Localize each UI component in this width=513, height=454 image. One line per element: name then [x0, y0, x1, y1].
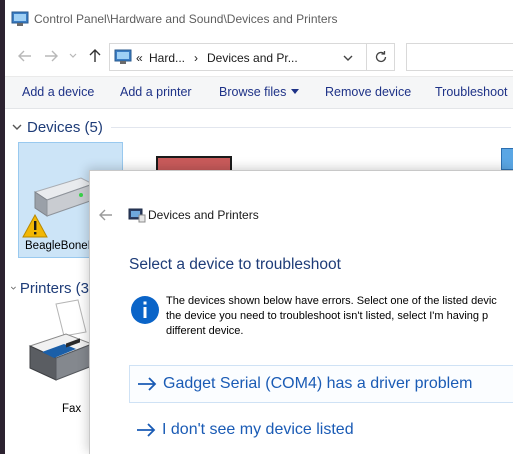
dropdown-caret-icon [291, 89, 300, 94]
title-bar: Control Panel\Hardware and Sound\Devices… [5, 0, 513, 38]
info-message: The devices shown below have errors. Sel… [166, 294, 513, 339]
back-button[interactable] [15, 46, 35, 66]
info-line: different device. [166, 325, 244, 337]
printers-group-title: Printers (3 [19, 279, 89, 297]
info-line: the device you need to troubleshoot isn'… [166, 310, 489, 322]
add-printer-button[interactable]: Add a printer [120, 85, 192, 99]
dialog-heading: Select a device to troubleshoot [129, 256, 341, 273]
browse-files-button[interactable]: Browse files [219, 85, 300, 99]
search-input[interactable] [406, 43, 513, 71]
choice-gadget-serial[interactable]: Gadget Serial (COM4) has a driver proble… [129, 365, 513, 403]
chevron-down-icon[interactable] [342, 52, 354, 64]
browse-files-label: Browse files [219, 85, 287, 99]
chevron-down-icon [69, 53, 77, 58]
devices-group-header[interactable]: Devices (5) [5, 116, 513, 138]
add-device-button[interactable]: Add a device [22, 85, 94, 99]
control-panel-icon [11, 11, 29, 26]
breadcrumb-devices-printers[interactable]: Devices and Pr... [207, 51, 298, 65]
forward-button[interactable] [41, 46, 61, 66]
remove-device-button[interactable]: Remove device [325, 85, 411, 99]
breadcrumb-overflow[interactable]: « [136, 51, 143, 65]
dialog-title: Devices and Printers [148, 208, 259, 222]
printers-group-header[interactable]: Printers (3 [5, 277, 89, 299]
back-arrow-icon[interactable] [98, 207, 114, 223]
warning-icon [22, 214, 48, 238]
recent-locations-button[interactable] [63, 46, 83, 66]
troubleshoot-button[interactable]: Troubleshoot [435, 85, 508, 99]
arrow-up-icon [89, 49, 101, 62]
arrow-right-icon [137, 423, 156, 437]
chevron-down-icon [10, 286, 16, 290]
info-line: The devices shown below have errors. Sel… [166, 295, 497, 307]
arrow-right-icon [45, 50, 58, 62]
info-icon [131, 296, 159, 324]
device-label-beaglebone: BeagleBoneI [25, 240, 91, 252]
fax-icon[interactable] [26, 298, 96, 384]
breadcrumb-hardware[interactable]: Hard... [149, 51, 185, 65]
devices-group-title: Devices (5) [27, 118, 103, 136]
printer-label-fax: Fax [62, 403, 82, 415]
choice-label: Gadget Serial (COM4) has a driver proble… [163, 375, 473, 392]
troubleshooter-dialog: Devices and Printers Select a device to … [89, 170, 513, 454]
device-icon-partial-right [501, 148, 513, 170]
up-button[interactable] [85, 46, 105, 66]
arrow-left-icon [18, 50, 31, 62]
group-divider [111, 127, 511, 128]
arrow-right-icon [138, 377, 157, 391]
refresh-icon [375, 51, 386, 63]
breadcrumb-separator[interactable]: › [194, 51, 198, 65]
device-icon-partial [156, 156, 232, 170]
choice-device-not-listed[interactable]: I don't see my device listed [129, 411, 513, 449]
refresh-button[interactable] [367, 43, 395, 71]
navigation-bar: « Hard... › Devices and Pr... [5, 38, 513, 76]
address-bar[interactable]: « Hard... › Devices and Pr... [109, 43, 367, 71]
chevron-down-icon [12, 124, 22, 130]
control-panel-icon [114, 49, 132, 64]
command-bar: Add a device Add a printer Browse files … [5, 76, 513, 109]
window-title: Control Panel\Hardware and Sound\Devices… [34, 12, 338, 26]
choice-label: I don't see my device listed [162, 421, 354, 438]
devices-printers-icon [128, 208, 146, 223]
